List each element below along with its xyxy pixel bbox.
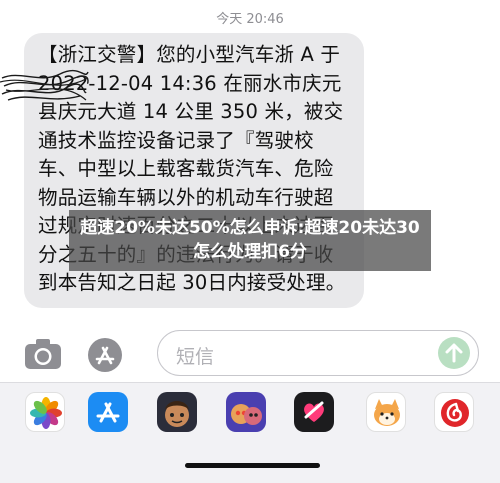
app-drawer <box>0 382 500 483</box>
redaction-scribble <box>0 69 89 101</box>
app-store-icon[interactable] <box>88 392 128 432</box>
app-store-glyph-icon <box>95 346 115 365</box>
netease-music-icon[interactable] <box>434 392 474 432</box>
camera-icon[interactable] <box>24 338 62 370</box>
message-input[interactable]: 短信 <box>157 330 479 376</box>
sticker-dog-icon[interactable] <box>366 392 406 432</box>
home-indicator <box>185 463 320 468</box>
caption-overlay: 超速20%未达50%怎么申诉:超速20未达30怎么处理扣6分 <box>69 210 431 271</box>
message-placeholder: 短信 <box>176 346 215 368</box>
timestamp: 今天 20:46 <box>216 12 284 27</box>
compose-bar: 短信 <box>0 326 500 382</box>
apps-icon[interactable] <box>88 338 122 372</box>
arrow-up-icon <box>445 343 463 363</box>
memoji-icon[interactable] <box>157 392 197 432</box>
photos-icon[interactable] <box>25 392 65 432</box>
animoji-icon[interactable] <box>226 392 266 432</box>
digital-touch-icon[interactable] <box>294 392 334 432</box>
send-button[interactable] <box>438 337 470 369</box>
